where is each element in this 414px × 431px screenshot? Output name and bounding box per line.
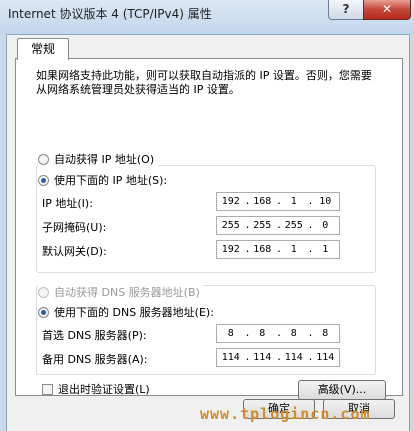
octet: 8	[227, 328, 234, 339]
radio-circle	[38, 174, 49, 186]
auto-dns-label: 自动获得 DNS 服务器地址(B)	[54, 286, 200, 299]
octet: 8	[290, 328, 297, 339]
close-button[interactable]: ✕	[363, 0, 411, 20]
dialog-body: 常规 如果网络支持此功能，则可以获取自动指派的 IP 设置。否则，您需要从网络系…	[6, 34, 410, 431]
validate-on-exit-checkbox[interactable]: 退出时验证设置(L)	[42, 381, 150, 397]
octet: 114	[221, 352, 240, 363]
octet: 114	[253, 352, 272, 363]
auto-ip-label: 自动获得 IP 地址(O)	[54, 153, 155, 166]
watermark-text: www.tplogincn.com	[200, 405, 371, 423]
alternate-dns-label: 备用 DNS 服务器(A):	[42, 353, 148, 366]
subnet-mask-input[interactable]: 255. 255. 255. 0	[216, 216, 340, 235]
octet: 1	[290, 196, 297, 207]
validate-on-exit-label: 退出时验证设置(L)	[58, 383, 150, 396]
auto-ip-radio[interactable]: 自动获得 IP 地址(O)	[38, 151, 159, 167]
octet: 255	[253, 220, 272, 231]
manual-dns-label: 使用下面的 DNS 服务器地址(E):	[54, 306, 214, 319]
preferred-dns-label: 首选 DNS 服务器(P):	[42, 329, 147, 342]
octet: 8	[322, 328, 329, 339]
octet: 168	[253, 244, 272, 255]
help-button[interactable]: ?	[328, 0, 364, 20]
octet: 114	[316, 352, 335, 363]
octet: 1	[322, 244, 329, 255]
default-gateway-input[interactable]: 192. 168. 1. 1	[216, 240, 340, 259]
radio-circle	[38, 153, 49, 165]
octet: 114	[284, 352, 303, 363]
octet: 255	[284, 220, 303, 231]
preferred-dns-input[interactable]: 8. 8. 8. 8	[216, 324, 340, 343]
advanced-button[interactable]: 高级(V)...	[298, 380, 386, 400]
auto-dns-radio[interactable]: 自动获得 DNS 服务器地址(B)	[38, 284, 204, 300]
general-panel: 如果网络支持此功能，则可以获取自动指派的 IP 设置。否则，您需要从网络系统管理…	[15, 58, 403, 400]
radio-circle	[38, 306, 49, 318]
manual-ip-radio[interactable]: 使用下面的 IP 地址(S):	[38, 172, 172, 188]
description-text: 如果网络支持此功能，则可以获取自动指派的 IP 设置。否则，您需要从网络系统管理…	[36, 69, 372, 96]
octet: 192	[221, 244, 240, 255]
octet: 168	[253, 196, 272, 207]
octet: 0	[322, 220, 329, 231]
octet: 255	[221, 220, 240, 231]
octet: 1	[290, 244, 297, 255]
ip-address-label: IP 地址(I):	[42, 197, 93, 210]
radio-circle	[38, 286, 49, 298]
manual-ip-label: 使用下面的 IP 地址(S):	[54, 174, 168, 187]
manual-dns-radio[interactable]: 使用下面的 DNS 服务器地址(E):	[38, 304, 218, 320]
default-gateway-label: 默认网关(D):	[42, 245, 107, 258]
octet: 10	[319, 196, 332, 207]
octet: 192	[221, 196, 240, 207]
subnet-mask-label: 子网掩码(U):	[42, 221, 107, 234]
checkbox-box	[42, 383, 53, 395]
window-title: Internet 协议版本 4 (TCP/IPv4) 属性	[8, 7, 212, 21]
alternate-dns-input[interactable]: 114. 114. 114. 114	[216, 348, 340, 367]
tab-general[interactable]: 常规	[17, 38, 69, 60]
title-bar: Internet 协议版本 4 (TCP/IPv4) 属性 ? ✕	[0, 0, 414, 34]
octet: 8	[259, 328, 266, 339]
ip-address-input[interactable]: 192. 168. 1. 10	[216, 192, 340, 211]
